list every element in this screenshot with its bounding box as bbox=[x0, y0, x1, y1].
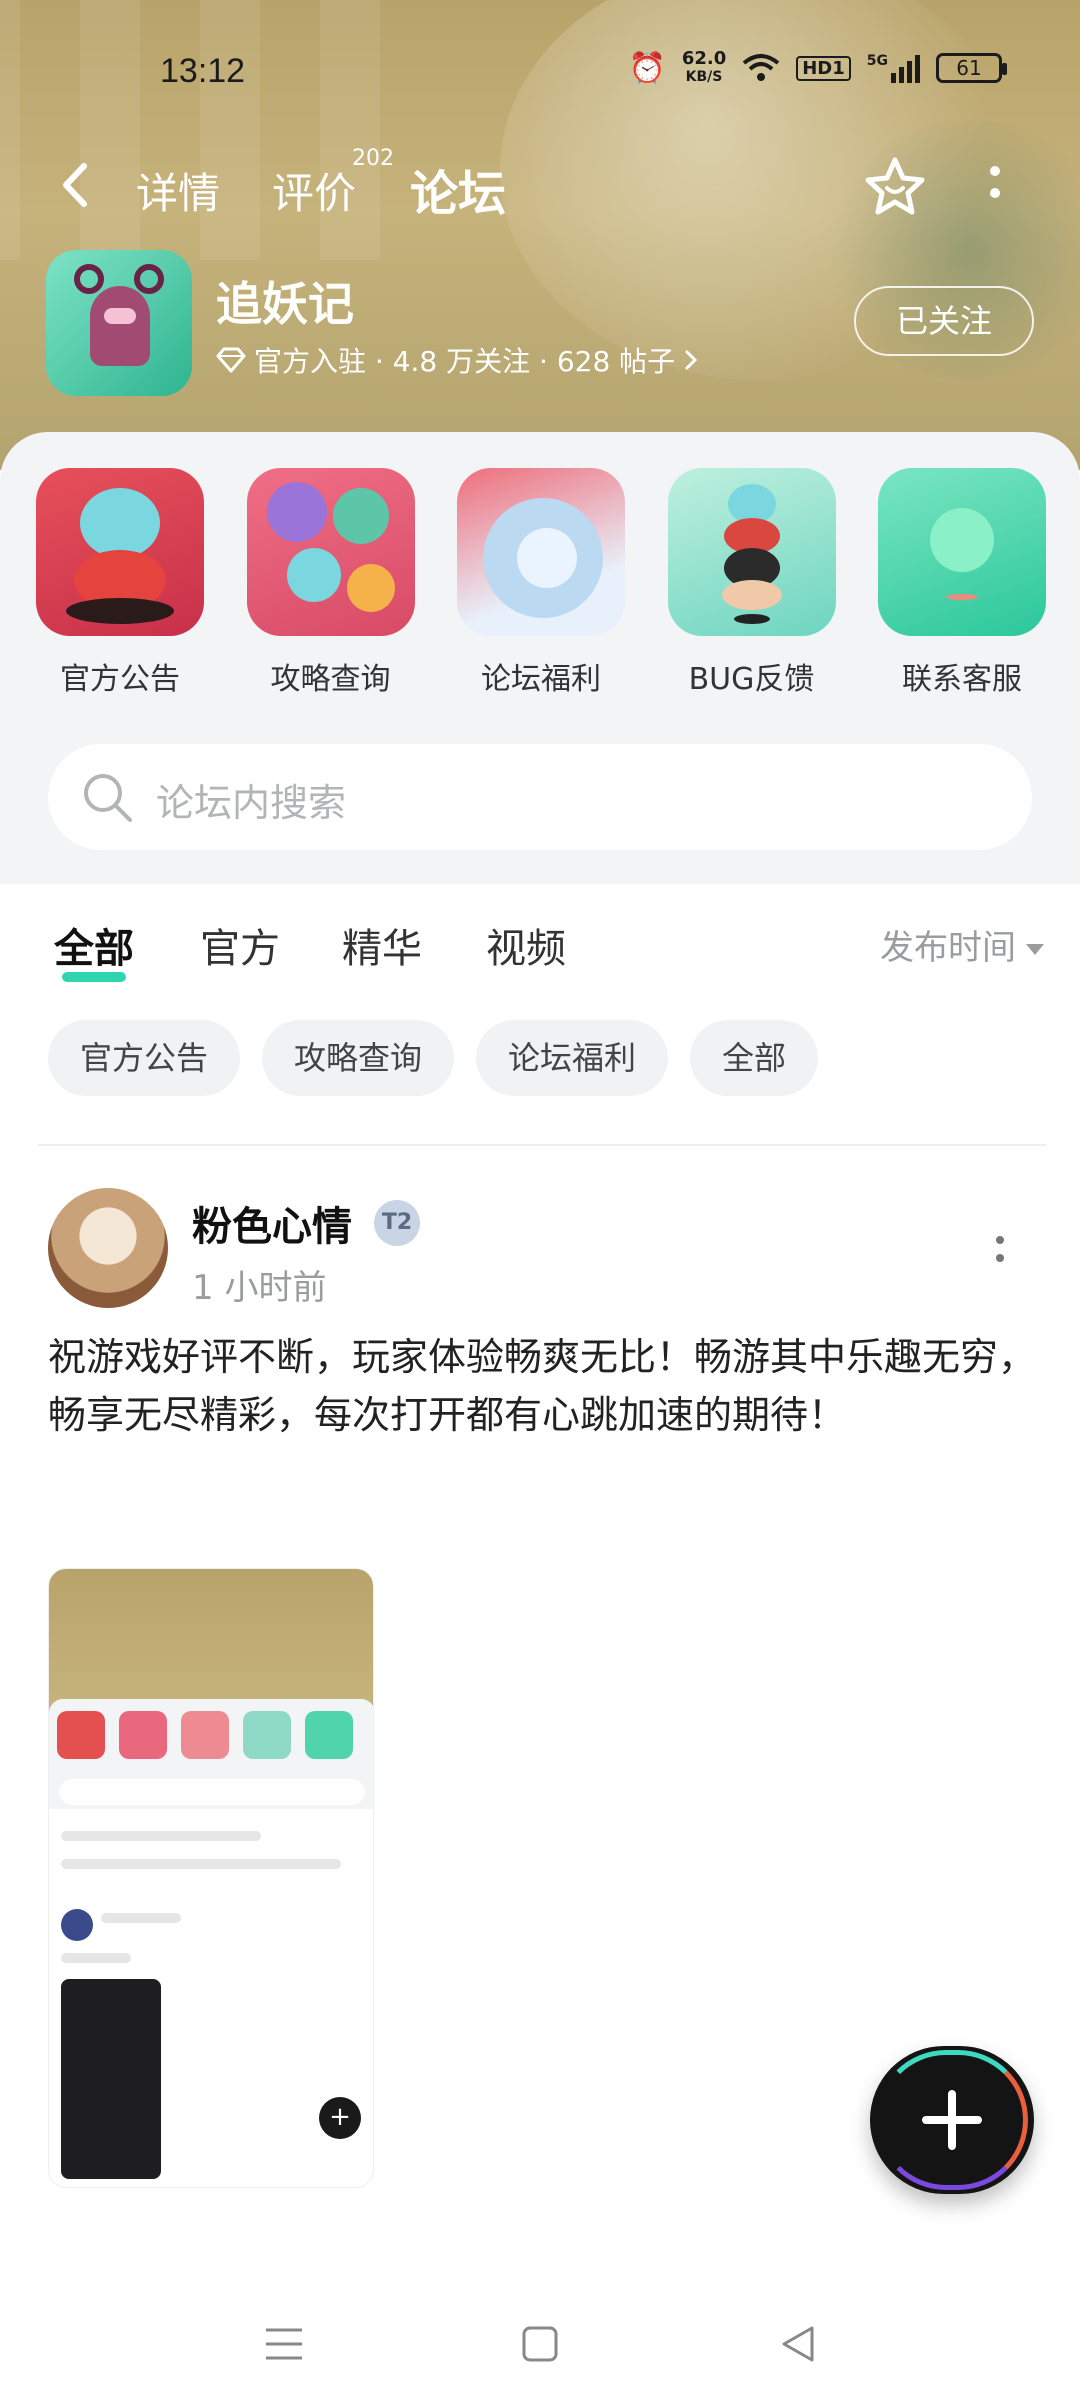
hd-voice-icon: HD1 bbox=[796, 55, 851, 81]
shortcut-row: 官方公告 攻略查询 论坛福利 BUG反馈 联系客服 bbox=[36, 468, 1046, 698]
search-placeholder: 论坛内搜索 bbox=[156, 781, 347, 825]
more-options-icon[interactable] bbox=[980, 166, 1010, 210]
bug-report-image bbox=[667, 468, 836, 636]
plus-icon bbox=[922, 2090, 982, 2150]
review-count-badge: 202 bbox=[352, 146, 394, 171]
post-more-icon[interactable] bbox=[994, 1236, 1006, 1276]
customer-service-image bbox=[878, 468, 1046, 636]
caret-down-icon bbox=[1026, 944, 1044, 955]
tab-reviews[interactable]: 评价 202 bbox=[272, 146, 394, 221]
guide-search-image bbox=[246, 468, 415, 636]
chip-guide-search[interactable]: 攻略查询 bbox=[262, 1020, 455, 1096]
thumbnail-content bbox=[61, 1859, 341, 1869]
filter-tabs: 全部 官方 精华 视频 发布时间 bbox=[54, 916, 1044, 986]
filter-tab-official[interactable]: 官方 bbox=[200, 916, 280, 974]
home-icon[interactable] bbox=[518, 2322, 562, 2366]
game-info: 追妖记 官方入驻 · 4.8 万关注 · 628 帖子 已关注 bbox=[46, 250, 1046, 400]
shortcut-label: 联系客服 bbox=[902, 662, 1022, 697]
thumbnail-content bbox=[61, 1909, 93, 1941]
post-time: 1 小时前 bbox=[192, 1268, 327, 1308]
header-hero: 13:12 ⏰ 62.0 KB/S HD1 5G 61 详情 评价 202 论坛… bbox=[0, 0, 1080, 470]
tab-reviews-label: 评价 bbox=[272, 169, 357, 218]
game-title: 追妖记 bbox=[216, 277, 354, 331]
divider bbox=[38, 1144, 1046, 1146]
category-chips: 官方公告 攻略查询 论坛福利 全部 bbox=[48, 1020, 819, 1096]
thumbnail-content bbox=[61, 1831, 261, 1841]
shortcut-label: 论坛福利 bbox=[481, 662, 601, 697]
create-post-button[interactable] bbox=[870, 2046, 1034, 2194]
game-app-icon[interactable] bbox=[46, 250, 192, 396]
sort-dropdown[interactable]: 发布时间 bbox=[880, 920, 1044, 969]
network-speed-unit: KB/S bbox=[685, 69, 723, 85]
chevron-right-icon bbox=[685, 350, 698, 370]
tab-details[interactable]: 详情 bbox=[136, 160, 220, 221]
official-notice-image bbox=[36, 468, 204, 636]
signal-label: 5G bbox=[866, 53, 888, 69]
thumbnail-content bbox=[61, 1979, 161, 2179]
status-icons: ⏰ 62.0 KB/S HD1 5G 61 bbox=[628, 50, 1007, 86]
post-author[interactable]: 粉色心情 bbox=[192, 1194, 352, 1252]
filter-tab-featured[interactable]: 精华 bbox=[342, 916, 422, 974]
thumbnail-content bbox=[57, 1711, 353, 1759]
battery-icon: 61 bbox=[936, 53, 1007, 83]
alarm-icon: ⏰ bbox=[628, 50, 666, 86]
tab-forum[interactable]: 论坛 bbox=[410, 154, 507, 228]
network-speed-value: 62.0 bbox=[681, 48, 727, 69]
thumbnail-content: + bbox=[319, 2097, 361, 2139]
follow-button[interactable]: 已关注 bbox=[854, 286, 1034, 356]
thumbnail-content bbox=[101, 1913, 181, 1923]
menu-icon[interactable] bbox=[262, 2322, 306, 2366]
avatar[interactable] bbox=[48, 1188, 168, 1308]
thumbnail-content bbox=[61, 1953, 131, 1963]
user-level-value: 2 bbox=[396, 1210, 413, 1235]
status-time: 13:12 bbox=[160, 52, 246, 90]
filter-tab-all[interactable]: 全部 bbox=[54, 916, 134, 982]
chip-forum-benefits[interactable]: 论坛福利 bbox=[476, 1020, 669, 1096]
shortcut-label: 攻略查询 bbox=[270, 662, 391, 697]
system-nav-bar bbox=[0, 2280, 1080, 2400]
thumbnail-content bbox=[49, 1569, 373, 1719]
search-icon bbox=[84, 774, 132, 822]
forum-search-bar[interactable]: 论坛内搜索 bbox=[48, 744, 1032, 850]
shortcut-label: BUG反馈 bbox=[688, 662, 815, 697]
forum-benefits-image bbox=[457, 468, 625, 636]
network-speed: 62.0 KB/S bbox=[682, 50, 726, 86]
thumbnail-content bbox=[59, 1779, 365, 1805]
post-image-thumbnail[interactable]: + bbox=[48, 1568, 374, 2188]
game-meta-text: 官方入驻 · 4.8 万关注 · 628 帖子 bbox=[254, 345, 676, 378]
shortcut-panel: 官方公告 攻略查询 论坛福利 BUG反馈 联系客服 论坛内搜索 bbox=[0, 432, 1080, 884]
top-nav: 详情 评价 202 论坛 bbox=[0, 146, 1080, 230]
user-level-badge: T2 bbox=[374, 1200, 420, 1246]
back-arrow-icon[interactable] bbox=[56, 160, 96, 210]
shortcut-official-notice[interactable]: 官方公告 bbox=[36, 468, 204, 698]
chip-all[interactable]: 全部 bbox=[690, 1020, 819, 1096]
shortcut-label: 官方公告 bbox=[60, 662, 180, 697]
diamond-icon bbox=[216, 347, 246, 373]
chip-official-notice[interactable]: 官方公告 bbox=[48, 1020, 241, 1096]
back-icon[interactable] bbox=[776, 2322, 820, 2366]
sort-label: 发布时间 bbox=[880, 928, 1016, 968]
shortcut-customer-service[interactable]: 联系客服 bbox=[878, 468, 1046, 698]
status-bar: 13:12 ⏰ 62.0 KB/S HD1 5G 61 bbox=[0, 46, 1080, 96]
shortcut-forum-benefits[interactable]: 论坛福利 bbox=[457, 468, 625, 698]
wifi-icon bbox=[742, 54, 780, 81]
shortcut-bug-report[interactable]: BUG反馈 bbox=[667, 468, 836, 698]
shortcut-guide-search[interactable]: 攻略查询 bbox=[246, 468, 415, 698]
game-meta[interactable]: 官方入驻 · 4.8 万关注 · 628 帖子 bbox=[216, 340, 699, 380]
signal-icon: 5G bbox=[867, 53, 920, 83]
filter-tab-video[interactable]: 视频 bbox=[486, 916, 566, 974]
post-body: 祝游戏好评不断，玩家体验畅爽无比！畅游其中乐趣无穷，畅享无尽精彩，每次打开都有心… bbox=[48, 1335, 1037, 1437]
favorite-star-icon[interactable] bbox=[860, 152, 930, 222]
